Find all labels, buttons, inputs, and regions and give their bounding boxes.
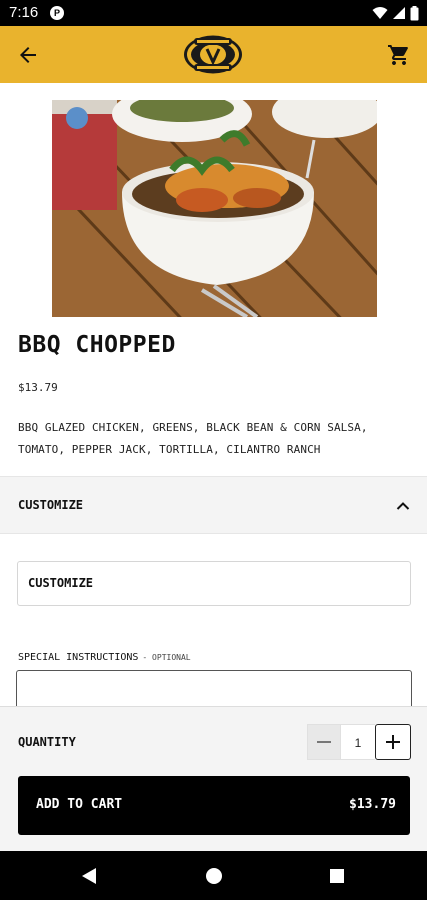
customize-option-label: CUSTOMIZE [28,576,94,590]
battery-icon [410,5,419,20]
order-panel: QUANTITY 1 ADD TO CART $13.79 [0,706,427,851]
customize-header-label: CUSTOMIZE [18,498,84,512]
status-bar: 7:16 P [0,0,427,26]
cart-button[interactable] [384,40,414,70]
add-to-cart-label: ADD TO CART [36,797,123,812]
product-title: BBQ CHOPPED [18,332,176,358]
chevron-up-icon[interactable] [393,496,413,516]
food-bowl-photo [52,100,377,317]
customize-accordion-header[interactable]: CUSTOMIZE [0,476,427,534]
optional-label: - OPTIONAL [142,653,191,662]
recents-square-icon[interactable] [325,864,349,888]
decrement-button[interactable] [307,724,341,760]
p-circle-icon: P [50,6,64,20]
home-circle-icon[interactable] [202,864,226,888]
increment-button[interactable] [375,724,411,760]
special-instructions-title: SPECIAL INSTRUCTIONS [18,652,139,663]
add-to-cart-amount: $13.79 [349,797,396,812]
plus-icon [386,735,400,749]
system-icons [372,5,419,21]
add-to-cart-button[interactable]: ADD TO CART $13.79 [18,776,410,835]
signal-icon [393,7,405,19]
restaurant-logo[interactable] [182,29,244,80]
special-instructions-label: SPECIAL INSTRUCTIONS - OPTIONAL [18,652,191,663]
product-description: BBQ GLAZED CHICKEN, GREENS, BLACK BEAN &… [18,421,368,456]
back-triangle-icon[interactable] [77,864,101,888]
cart-icon [388,45,408,65]
minus-icon [317,741,331,743]
back-button[interactable] [12,40,44,70]
product-price: $13.79 [18,381,58,394]
status-time: 7:16 [9,4,39,21]
arrow-left-icon [20,47,36,63]
app-bar [0,26,427,83]
quantity-stepper: 1 [307,724,411,760]
quantity-label: QUANTITY [18,735,76,749]
system-nav-bar [0,851,427,900]
wifi-icon [372,7,388,19]
customize-option-button[interactable]: CUSTOMIZE [17,561,411,606]
quantity-value[interactable]: 1 [341,724,375,760]
